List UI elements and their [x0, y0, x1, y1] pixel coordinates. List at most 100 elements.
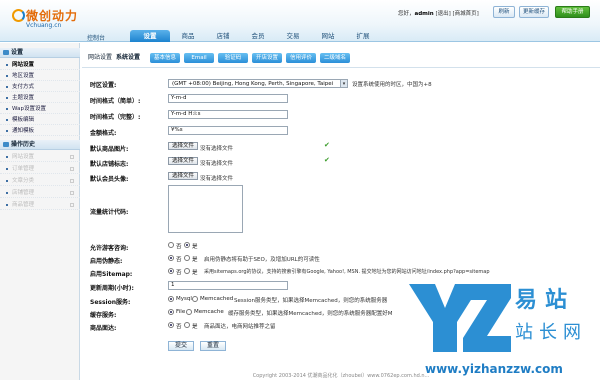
currency-format-input[interactable]: ¥%s — [168, 126, 288, 135]
tab-store[interactable]: 店铺 — [208, 30, 238, 42]
reset-button[interactable]: 重置 — [200, 341, 226, 351]
close-site-yes-radio[interactable] — [184, 322, 190, 328]
tab-extend[interactable]: 扩展 — [348, 30, 378, 42]
watermark-text-bottom: 站长网 — [515, 322, 587, 343]
close-site-no-radio[interactable] — [168, 322, 174, 328]
option-label: Memcache — [194, 309, 224, 315]
cache-memcache-radio[interactable] — [186, 309, 192, 315]
watermark: 易站 站长网 www.yizhanzzw.com — [405, 278, 595, 378]
guest-consult-label: 允许游客咨询: — [90, 245, 129, 252]
option-label: Memcached — [200, 296, 234, 302]
sitemap-yes-radio[interactable] — [184, 268, 190, 274]
refresh-button[interactable]: 刷新 — [493, 6, 515, 18]
tab-members[interactable]: 会员 — [243, 30, 273, 42]
history-item-label: 订单管理 — [12, 166, 35, 172]
history-item[interactable]: 商品管理 — [0, 200, 80, 210]
tab-website[interactable]: 网站 — [313, 30, 343, 42]
sidebar-section-settings[interactable]: 设置 — [0, 48, 80, 58]
guest-consult-no-radio[interactable] — [168, 242, 174, 248]
bullet-icon — [6, 97, 8, 99]
session-memcached-radio[interactable] — [192, 296, 198, 302]
timezone-label: 时区设置: — [90, 82, 117, 89]
date-format-input[interactable]: Y-m-d — [168, 94, 288, 103]
history-item[interactable]: 文章分类 — [0, 176, 80, 186]
option-label: 是 — [192, 257, 198, 263]
pseudo-static-yes-radio[interactable] — [184, 255, 190, 261]
option-label: Mysql — [176, 296, 192, 302]
watermark-url: www.yizhanzzw.com — [425, 362, 563, 376]
check-icon: ✔ — [324, 156, 330, 164]
subtab-captcha[interactable]: 验证码 — [218, 53, 248, 63]
user-links[interactable]: [退出] [商城首页] — [435, 11, 478, 17]
option-label: 否 — [176, 244, 182, 250]
console-label[interactable]: 控制台 — [87, 33, 105, 42]
history-item[interactable]: 订单管理 — [0, 164, 80, 174]
sidebar-item-region[interactable]: 地区设置 — [0, 71, 80, 81]
subtab-basic[interactable]: 基本信息 — [150, 53, 180, 63]
watermark-text-top: 易站 — [515, 288, 576, 313]
history-item[interactable]: 店铺管理 — [0, 188, 80, 198]
option-label: 是 — [192, 244, 198, 250]
avatar-file-button[interactable]: 选择文件 — [168, 172, 198, 180]
brand-logo[interactable]: 微创动力 Vchuang.cn — [6, 4, 126, 34]
goods-image-file-button[interactable]: 选择文件 — [168, 142, 198, 150]
tab-settings[interactable]: 设置 — [130, 30, 170, 42]
subtab-credit[interactable]: 信用评价 — [286, 53, 316, 63]
user-info: 您好，admin [退出] [商城首页] — [398, 9, 479, 17]
subnav-current[interactable]: 系统设置 — [116, 53, 140, 63]
option-label: 否 — [176, 324, 182, 330]
cache-file-radio[interactable] — [168, 309, 174, 315]
subnav-title: 网站设置 — [88, 54, 113, 61]
sidebar-item-template-edit[interactable]: 模板编辑 — [0, 115, 80, 125]
sidebar-item-label: 主题设置 — [12, 95, 35, 101]
sidebar-item-label: 网站设置 — [12, 62, 35, 68]
bullet-icon — [6, 204, 8, 206]
update-cache-button[interactable]: 更新缓存 — [519, 6, 549, 18]
update-period-input[interactable]: 1 — [168, 281, 288, 290]
history-section-icon — [3, 142, 9, 147]
bullet-icon — [6, 156, 8, 158]
close-icon[interactable] — [70, 179, 74, 183]
close-icon[interactable] — [70, 203, 74, 207]
sidebar-item-payment[interactable]: 支付方式 — [0, 82, 80, 92]
history-item-label: 商品管理 — [12, 202, 35, 208]
pseudo-static-no-radio[interactable] — [168, 255, 174, 261]
sidebar-section-label: 操作历史 — [11, 141, 36, 148]
cache-label: 缓存服务: — [90, 312, 117, 319]
bullet-icon — [6, 119, 8, 121]
guest-consult-yes-radio[interactable] — [184, 242, 190, 248]
tab-trade[interactable]: 交易 — [278, 30, 308, 42]
history-item[interactable]: 网站设置 — [0, 152, 80, 162]
timezone-select[interactable]: (GMT +08:00) Beijing, Hong Kong, Perth, … — [168, 79, 348, 88]
store-logo-hint: 没有选择文件 — [200, 161, 234, 167]
sitemap-no-radio[interactable] — [168, 268, 174, 274]
bullet-icon — [6, 130, 8, 132]
submit-button[interactable]: 提交 — [168, 341, 194, 351]
sidebar-item-theme[interactable]: 主题设置 — [0, 93, 80, 103]
tab-goods[interactable]: 商品 — [173, 30, 203, 42]
datetime-format-input[interactable]: Y-m-d H:i:s — [168, 110, 288, 119]
datetime-format-label: 时间格式（完整）: — [90, 114, 141, 121]
bullet-icon — [6, 108, 8, 110]
sidebar-item-label: 支付方式 — [12, 84, 35, 90]
pseudo-static-hint: 启用伪静态将有助于SEO，及增加URL的可读性 — [204, 257, 320, 263]
session-mysql-radio[interactable] — [168, 296, 174, 302]
chevron-down-icon[interactable]: ▾ — [340, 80, 347, 87]
cache-hint: 缓存服务类型，如果选择Memcached，则您的系统服务器配置好M — [228, 311, 393, 317]
sidebar-item-notify-template[interactable]: 通知模板 — [0, 126, 80, 136]
avatar-label: 默认会员头像: — [90, 176, 129, 183]
subtab-store-open[interactable]: 开店设置 — [252, 53, 282, 63]
close-icon[interactable] — [70, 155, 74, 159]
store-logo-file-button[interactable]: 选择文件 — [168, 157, 198, 165]
subtab-subdomain[interactable]: 二级域名 — [320, 53, 350, 63]
help-manual-button[interactable]: 帮助手册 — [555, 6, 590, 18]
bullet-icon — [6, 192, 8, 194]
session-label: Session服务: — [90, 299, 131, 306]
close-icon[interactable] — [70, 167, 74, 171]
subtab-email[interactable]: Email — [184, 53, 214, 63]
sidebar-item-wap[interactable]: Wap设置设置 — [0, 104, 80, 114]
sidebar-section-history[interactable]: 操作历史 — [0, 140, 80, 150]
close-icon[interactable] — [70, 191, 74, 195]
sidebar-item-site-settings[interactable]: 网站设置 — [0, 60, 80, 70]
stats-code-textarea[interactable] — [168, 185, 243, 233]
